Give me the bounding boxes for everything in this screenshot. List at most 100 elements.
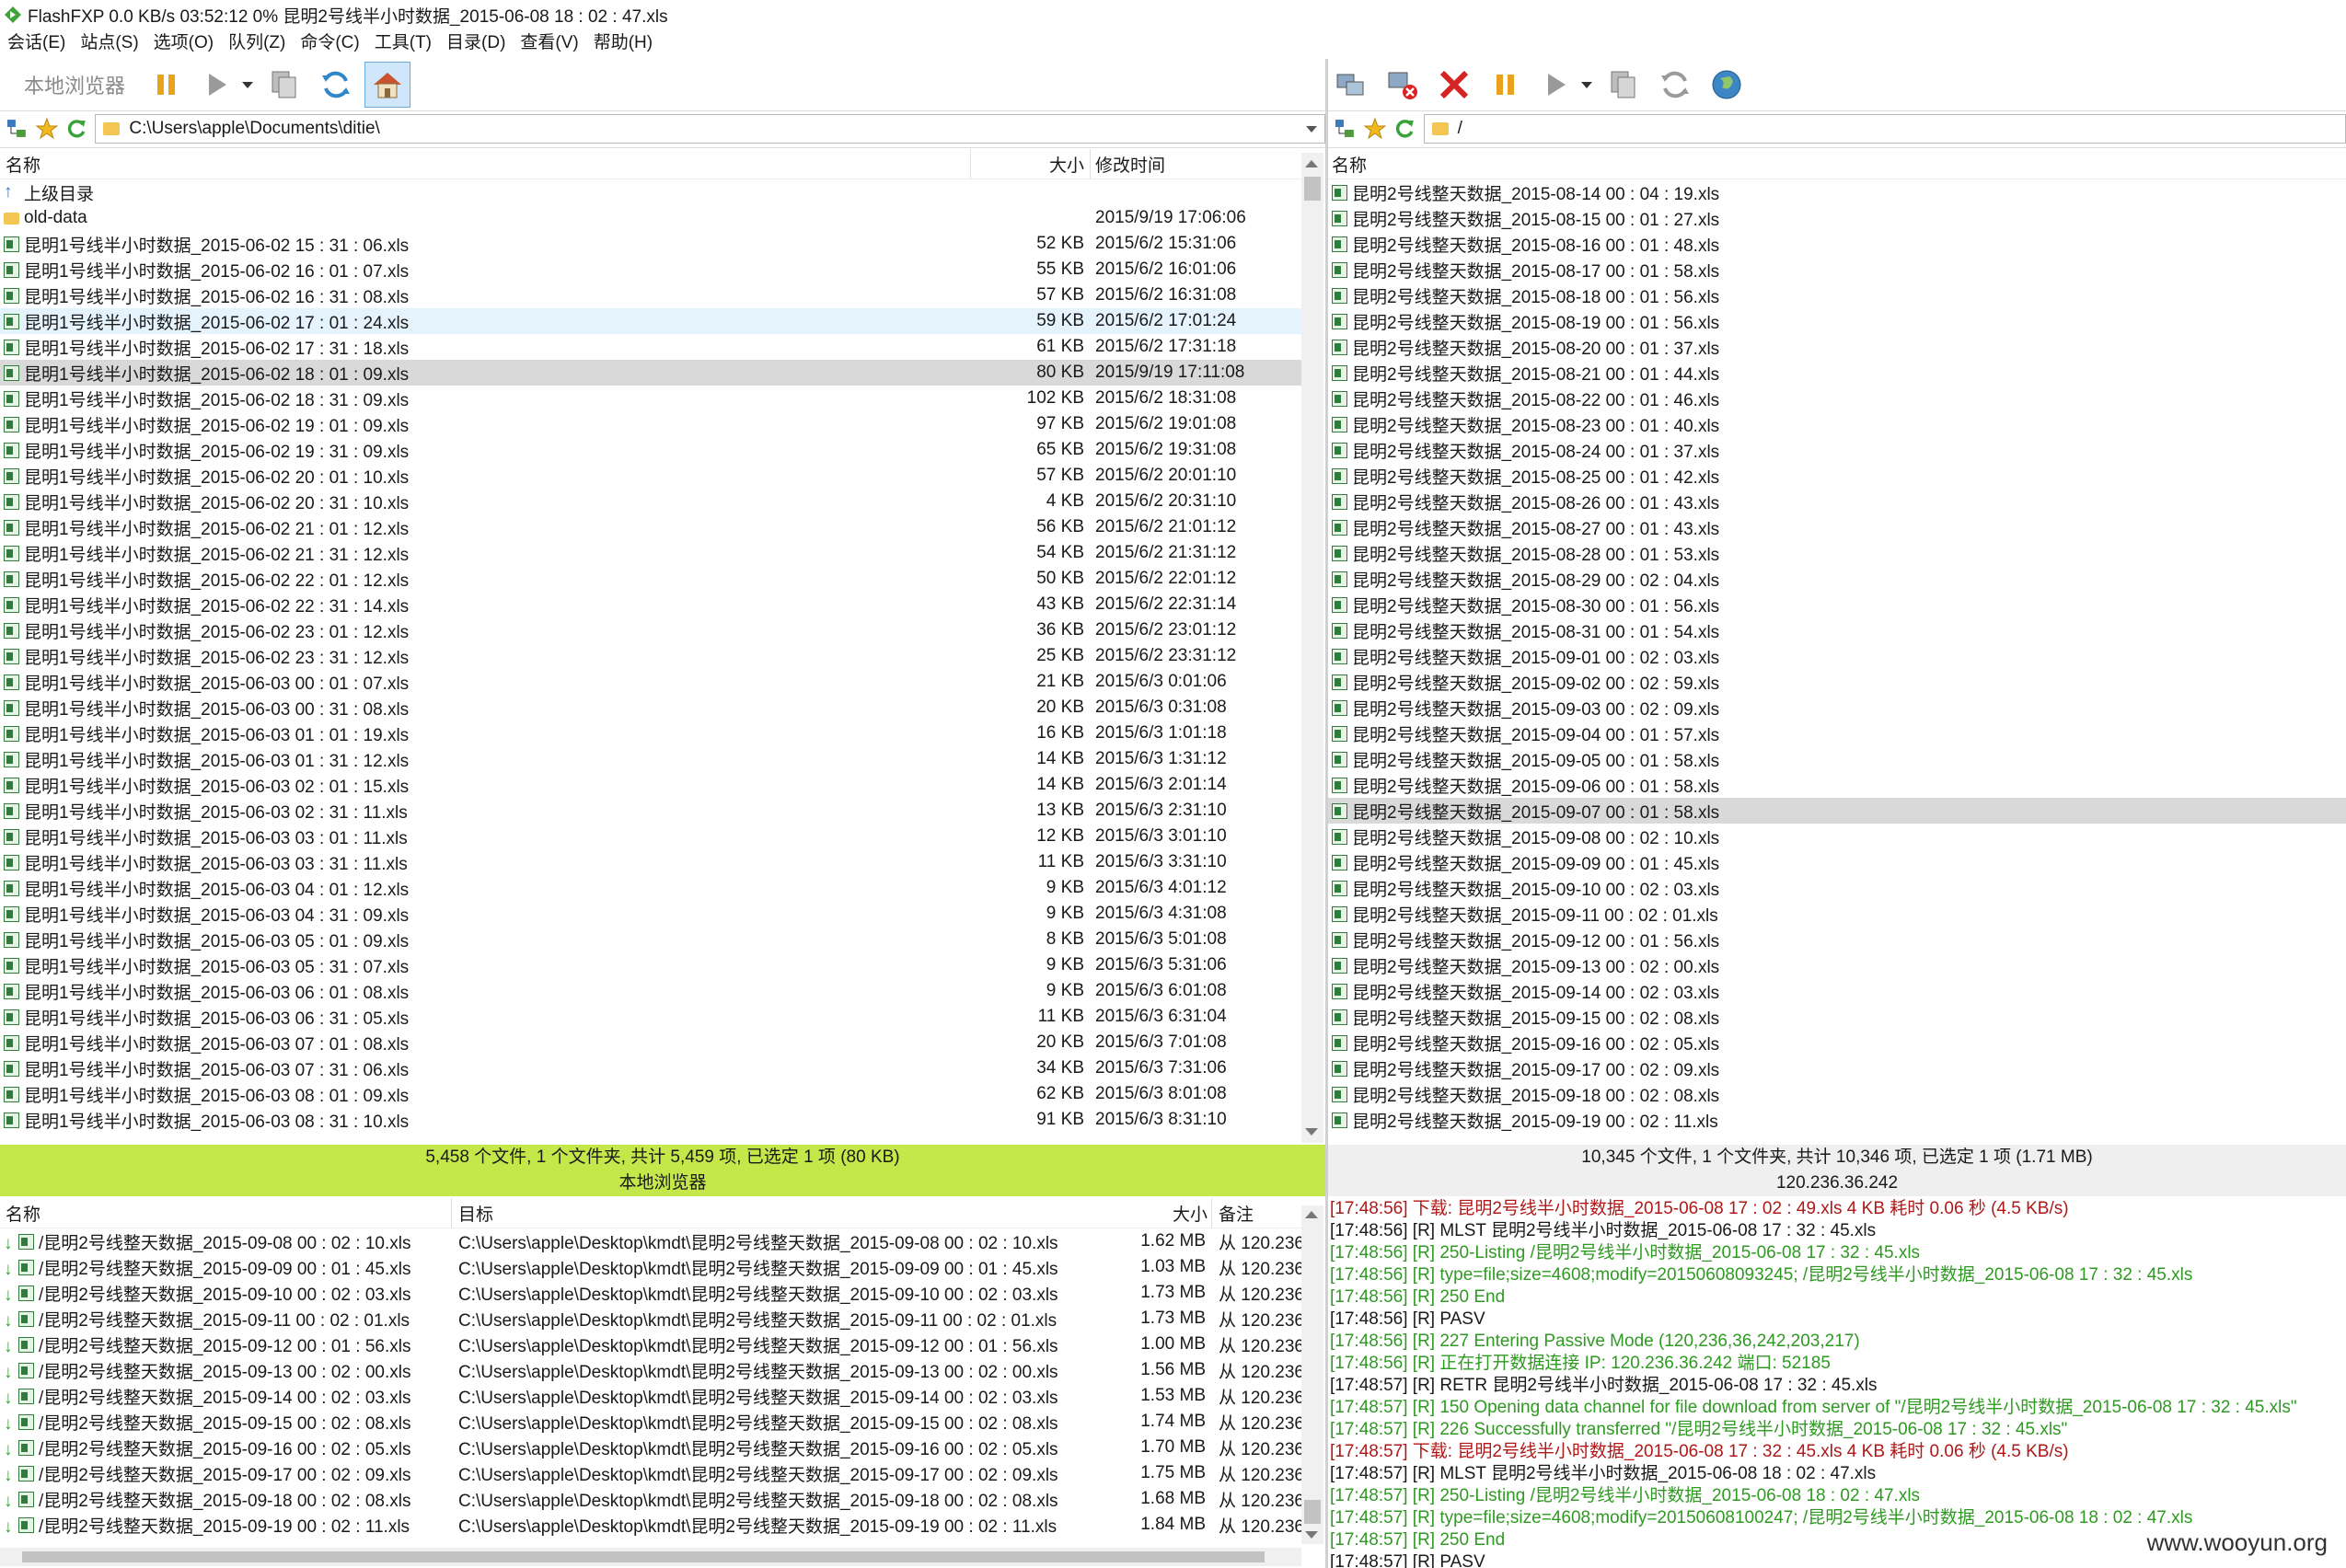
local-file-row[interactable]: 昆明1号线半小时数据_2015-06-03 06 : 01 : 08.xls 9 … [0,978,1301,1004]
remote-file-row[interactable]: 昆明2号线整天数据_2015-09-17 00 : 02 : 09.xls [1328,1055,2346,1081]
column-modified[interactable]: 修改时间 [1095,152,1165,177]
remote-path-input[interactable]: / [1423,114,2346,144]
local-file-row[interactable]: 昆明1号线半小时数据_2015-06-02 20 : 31 : 10.xls 4 … [0,489,1301,514]
local-file-row[interactable]: 昆明1号线半小时数据_2015-06-03 02 : 31 : 11.xls 13… [0,798,1301,824]
menu-session[interactable]: 会话(E) [0,29,73,57]
remote-file-row[interactable]: 昆明2号线整天数据_2015-09-16 00 : 02 : 05.xls [1328,1030,2346,1055]
favorites-star-icon[interactable] [35,117,59,141]
scroll-up-icon[interactable] [1305,1211,1318,1218]
remote-file-row[interactable]: 昆明2号线整天数据_2015-08-14 00 : 04 : 19.xls [1328,179,2346,205]
remote-file-row[interactable]: 昆明2号线整天数据_2015-09-07 00 : 01 : 58.xls [1328,798,2346,824]
local-file-row[interactable]: 昆明1号线半小时数据_2015-06-03 07 : 31 : 06.xls 34… [0,1055,1301,1081]
folder-row[interactable]: old-data 2015/9/19 17:06:06 [0,205,1301,231]
column-size[interactable]: 大小 [1049,152,1084,177]
queue-item[interactable]: ↓ /昆明2号线整天数据_2015-09-09 00 : 01 : 45.xls C… [0,1254,1301,1280]
home-button[interactable] [364,62,411,108]
remote-file-row[interactable]: 昆明2号线整天数据_2015-09-19 00 : 02 : 11.xls [1328,1107,2346,1133]
tree-view-icon[interactable] [6,117,29,141]
queue-vertical-scrollbar[interactable] [1301,1205,1323,1544]
remote-file-row[interactable]: 昆明2号线整天数据_2015-09-02 00 : 02 : 59.xls [1328,669,2346,695]
local-file-row[interactable]: 昆明1号线半小时数据_2015-06-02 22 : 01 : 12.xls 50… [0,566,1301,592]
column-divider[interactable] [1090,149,1091,179]
local-file-row[interactable]: 昆明1号线半小时数据_2015-06-02 21 : 31 : 12.xls 54… [0,540,1301,566]
remote-file-row[interactable]: 昆明2号线整天数据_2015-08-26 00 : 01 : 43.xls [1328,489,2346,514]
local-path-input[interactable]: C:\Users\apple\Documents\ditie\ [95,114,1325,144]
remote-pause-button[interactable] [1483,62,1529,108]
remote-file-row[interactable]: 昆明2号线整天数据_2015-09-08 00 : 02 : 10.xls [1328,824,2346,849]
scroll-down-icon[interactable] [1305,1128,1318,1136]
connect-button[interactable] [1328,62,1374,108]
queue-item[interactable]: ↓ /昆明2号线整天数据_2015-09-12 00 : 01 : 56.xls C… [0,1332,1301,1357]
local-file-row[interactable]: 昆明1号线半小时数据_2015-06-03 08 : 01 : 09.xls 62… [0,1081,1301,1107]
remote-transfer-dropdown[interactable] [1578,62,1595,108]
local-file-row[interactable]: 昆明1号线半小时数据_2015-06-03 04 : 31 : 09.xls 9 … [0,901,1301,927]
local-file-row[interactable]: 昆明1号线半小时数据_2015-06-02 16 : 01 : 07.xls 55… [0,257,1301,282]
scroll-thumb[interactable] [1304,177,1321,201]
local-file-row[interactable]: 昆明1号线半小时数据_2015-06-03 02 : 01 : 15.xls 14… [0,772,1301,798]
queue-item[interactable]: ↓ /昆明2号线整天数据_2015-09-13 00 : 02 : 00.xls C… [0,1357,1301,1383]
remote-file-row[interactable]: 昆明2号线整天数据_2015-08-16 00 : 01 : 48.xls [1328,231,2346,257]
local-file-row[interactable]: 昆明1号线半小时数据_2015-06-03 00 : 31 : 08.xls 20… [0,695,1301,721]
column-divider[interactable] [1211,1198,1212,1228]
remote-file-row[interactable]: 昆明2号线整天数据_2015-08-18 00 : 01 : 56.xls [1328,282,2346,308]
remote-file-row[interactable]: 昆明2号线整天数据_2015-09-04 00 : 01 : 57.xls [1328,721,2346,746]
queue-item[interactable]: ↓ /昆明2号线整天数据_2015-09-11 00 : 02 : 01.xls C… [0,1306,1301,1332]
menu-sites[interactable]: 站点(S) [73,29,145,57]
transfer-button[interactable] [195,62,241,108]
queue-item[interactable]: ↓ /昆明2号线整天数据_2015-09-18 00 : 02 : 08.xls C… [0,1486,1301,1512]
column-name[interactable]: 名称 [6,152,40,177]
remote-file-row[interactable]: 昆明2号线整天数据_2015-08-23 00 : 01 : 40.xls [1328,411,2346,437]
local-file-row[interactable]: 昆明1号线半小时数据_2015-06-03 03 : 31 : 11.xls 11… [0,849,1301,875]
local-file-row[interactable]: 昆明1号线半小时数据_2015-06-03 01 : 01 : 19.xls 16… [0,721,1301,746]
queue-item[interactable]: ↓ /昆明2号线整天数据_2015-09-10 00 : 02 : 03.xls C… [0,1280,1301,1306]
queue-column-name[interactable]: 名称 [6,1201,40,1226]
menu-view[interactable]: 查看(V) [513,29,585,57]
local-file-row[interactable]: 昆明1号线半小时数据_2015-06-03 07 : 01 : 08.xls 20… [0,1030,1301,1055]
queue-item[interactable]: ↓ /昆明2号线整天数据_2015-09-08 00 : 02 : 10.xls C… [0,1228,1301,1254]
remote-file-row[interactable]: 昆明2号线整天数据_2015-08-25 00 : 01 : 42.xls [1328,463,2346,489]
tree-view-icon[interactable] [1334,117,1358,141]
local-file-row[interactable]: 昆明1号线半小时数据_2015-06-03 08 : 31 : 10.xls 91… [0,1107,1301,1133]
scroll-thumb[interactable] [22,1551,1265,1562]
queue-column-note[interactable]: 备注 [1219,1201,1254,1226]
remote-file-row[interactable]: 昆明2号线整天数据_2015-09-05 00 : 01 : 58.xls [1328,746,2346,772]
menu-options[interactable]: 选项(O) [146,29,221,57]
remote-file-row[interactable]: 昆明2号线整天数据_2015-08-29 00 : 02 : 04.xls [1328,566,2346,592]
local-file-row[interactable]: 昆明1号线半小时数据_2015-06-02 23 : 31 : 12.xls 25… [0,643,1301,669]
menu-commands[interactable]: 命令(C) [293,29,366,57]
remote-file-row[interactable]: 昆明2号线整天数据_2015-09-01 00 : 02 : 03.xls [1328,643,2346,669]
local-file-row[interactable]: 昆明1号线半小时数据_2015-06-03 01 : 31 : 12.xls 14… [0,746,1301,772]
menu-queue[interactable]: 队列(Z) [221,29,293,57]
remote-refresh-button[interactable] [1652,62,1698,108]
scroll-thumb[interactable] [1304,1500,1321,1524]
remote-file-row[interactable]: 昆明2号线整天数据_2015-08-31 00 : 01 : 54.xls [1328,617,2346,643]
chevron-down-icon[interactable] [1306,125,1317,133]
remote-file-row[interactable]: 昆明2号线整天数据_2015-08-27 00 : 01 : 43.xls [1328,514,2346,540]
remote-file-row[interactable]: 昆明2号线整天数据_2015-08-21 00 : 01 : 44.xls [1328,360,2346,386]
local-vertical-scrollbar[interactable] [1301,153,1323,1143]
local-file-row[interactable]: 昆明1号线半小时数据_2015-06-02 18 : 31 : 09.xls 10… [0,386,1301,411]
local-file-button[interactable] [261,62,307,108]
disconnect-button[interactable] [1380,62,1426,108]
remote-file-row[interactable]: 昆明2号线整天数据_2015-09-11 00 : 02 : 01.xls [1328,901,2346,927]
column-divider[interactable] [451,1198,452,1228]
menu-directory[interactable]: 目录(D) [439,29,513,57]
local-file-row[interactable]: 昆明1号线半小时数据_2015-06-03 03 : 01 : 11.xls 12… [0,824,1301,849]
local-file-row[interactable]: 昆明1号线半小时数据_2015-06-03 04 : 01 : 12.xls 9 … [0,875,1301,901]
scroll-up-icon[interactable] [1305,160,1318,167]
local-file-row[interactable]: 昆明1号线半小时数据_2015-06-02 21 : 01 : 12.xls 56… [0,514,1301,540]
remote-file-row[interactable]: 昆明2号线整天数据_2015-09-13 00 : 02 : 00.xls [1328,952,2346,978]
local-file-row[interactable]: 昆明1号线半小时数据_2015-06-03 06 : 31 : 05.xls 11… [0,1004,1301,1030]
queue-column-size[interactable]: 大小 [1173,1201,1208,1226]
local-file-row[interactable]: 昆明1号线半小时数据_2015-06-02 19 : 31 : 09.xls 65… [0,437,1301,463]
remote-file-row[interactable]: 昆明2号线整天数据_2015-08-17 00 : 01 : 58.xls [1328,257,2346,282]
local-browser-label[interactable]: 本地浏览器 [24,70,125,99]
remote-file-row[interactable]: 昆明2号线整天数据_2015-08-24 00 : 01 : 37.xls [1328,437,2346,463]
remote-file-button[interactable] [1601,62,1647,108]
remote-file-row[interactable]: 昆明2号线整天数据_2015-09-09 00 : 01 : 45.xls [1328,849,2346,875]
remote-home-button[interactable] [1704,62,1750,108]
remote-file-row[interactable]: 昆明2号线整天数据_2015-08-30 00 : 01 : 56.xls [1328,592,2346,617]
menu-tools[interactable]: 工具(T) [367,29,439,57]
remote-file-row[interactable]: 昆明2号线整天数据_2015-09-12 00 : 01 : 56.xls [1328,927,2346,952]
menu-help[interactable]: 帮助(H) [586,29,660,57]
